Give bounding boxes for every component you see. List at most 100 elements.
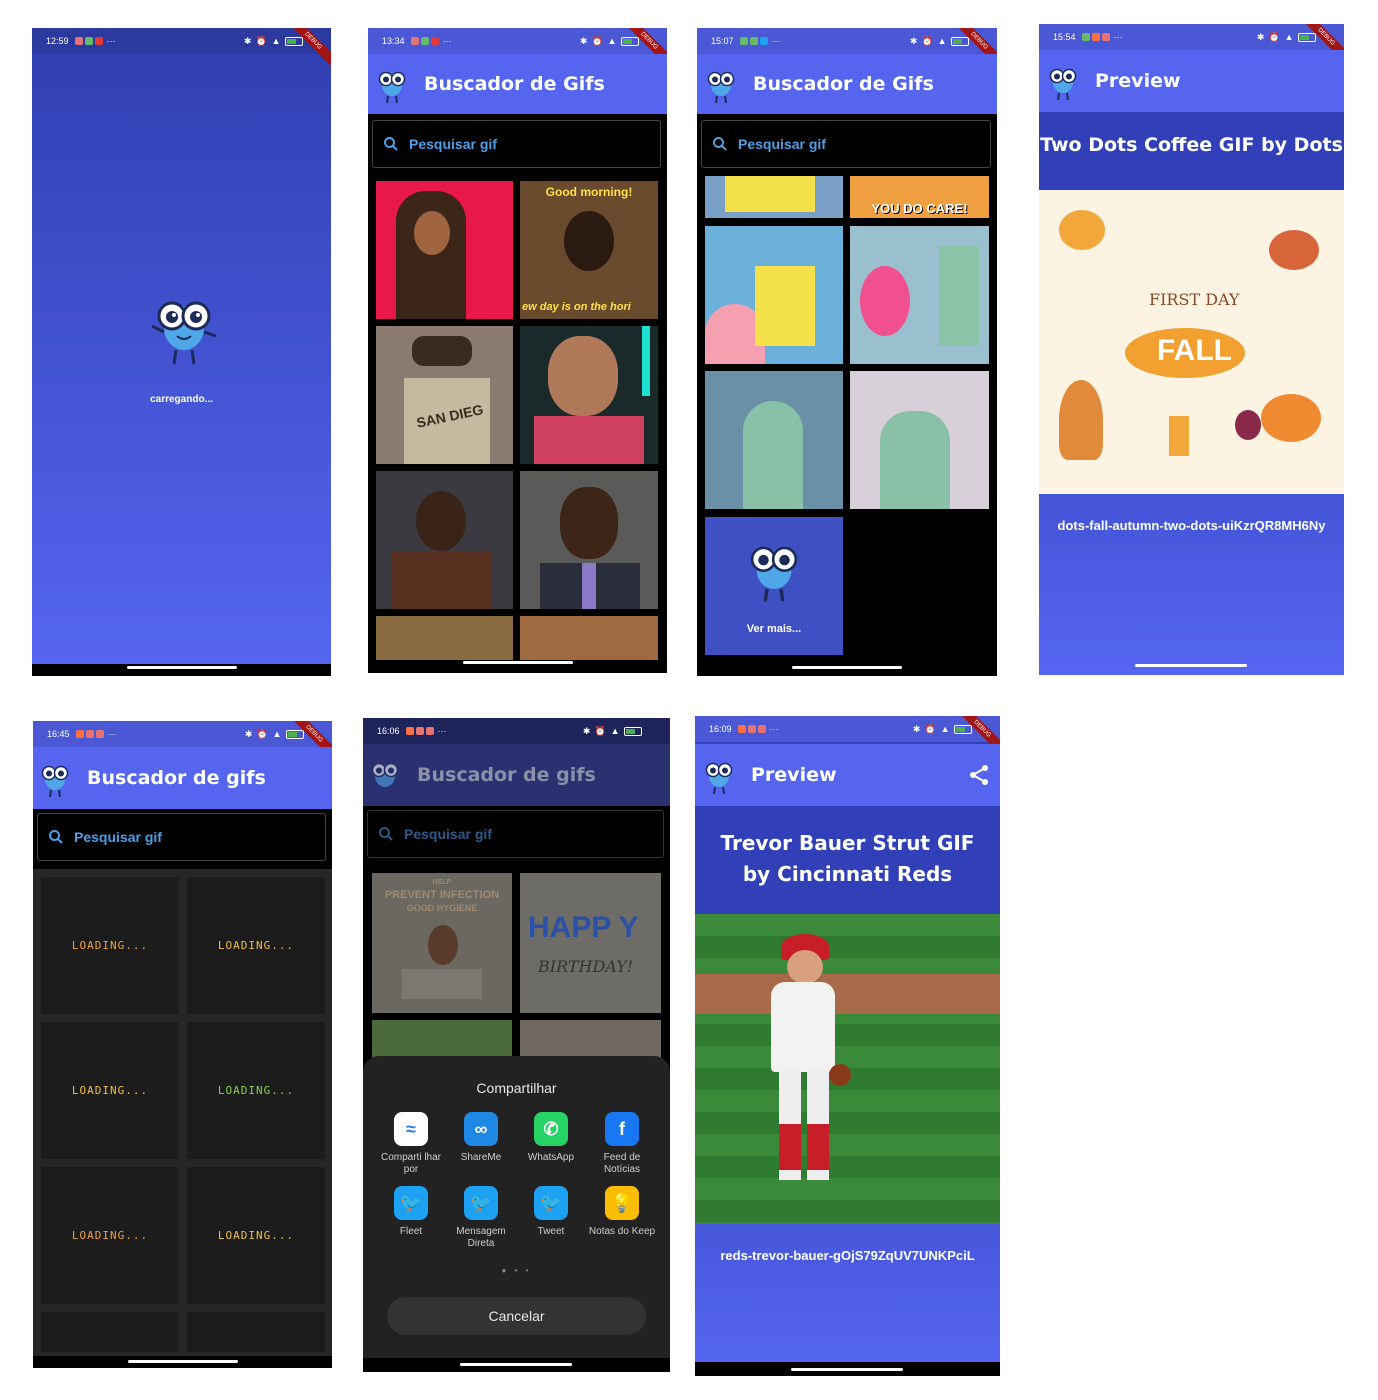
mascot-icon (707, 71, 735, 104)
share-app-tweet[interactable]: 🐦 Tweet (517, 1186, 585, 1238)
status-bar: 16:09 ··· ✱ ⏰ ▲ (695, 716, 1000, 742)
status-more: ··· (769, 724, 779, 734)
loading-tile[interactable]: LOADING... (187, 877, 325, 1014)
preview-title: Preview (751, 764, 837, 786)
battery-icon (285, 36, 303, 46)
status-more: ··· (1113, 32, 1123, 42)
mascot-icon (1049, 68, 1077, 101)
gif-tile[interactable] (850, 226, 989, 364)
gif-tile[interactable] (520, 471, 658, 609)
more-tile[interactable]: Ver mais... (705, 517, 843, 655)
gif-tile[interactable]: HELP PREVENT INFECTION GOOD HYGIENE (372, 873, 512, 1013)
loading-label: LOADING... (71, 1229, 149, 1242)
cancel-button[interactable]: Cancelar (387, 1297, 646, 1335)
system-icons: ✱ ⏰ ▲ (580, 36, 639, 47)
system-icons: ✱ ⏰ ▲ (244, 36, 303, 47)
gif-tile[interactable] (376, 181, 513, 319)
system-icons: ✱ ⏰ ▲ (245, 729, 304, 740)
home-screen: 13:34 ··· ✱ ⏰ ▲ DEBUG Buscador de Gifs P… (368, 28, 667, 673)
app-title: Buscador de gifs (87, 767, 266, 789)
gif-tile[interactable] (376, 616, 513, 660)
gif-caption: PREVENT INFECTION (384, 889, 500, 901)
home-indicator[interactable] (792, 666, 902, 669)
status-more: ··· (442, 36, 452, 46)
loading-label: LOADING... (71, 939, 149, 952)
battery-icon (951, 36, 969, 46)
home-indicator[interactable] (463, 661, 573, 664)
gif-tile[interactable]: Good morning! ew day is on the hori (520, 181, 658, 319)
search-input[interactable]: Pesquisar gif (372, 120, 661, 168)
share-icon[interactable] (968, 764, 990, 786)
gif-tile[interactable]: YOU DO CARE! (850, 176, 989, 218)
status-time: 16:45 (47, 729, 70, 739)
gif-tile[interactable] (705, 176, 843, 218)
gif-tile[interactable] (376, 471, 513, 609)
app-title: Buscador de Gifs (424, 73, 605, 95)
gif-tile[interactable] (520, 616, 658, 660)
home-indicator[interactable] (128, 1360, 238, 1363)
share-app-share-via[interactable]: ≈ Comparti lhar por (377, 1112, 445, 1176)
loading-tile[interactable]: LOADING... (41, 877, 179, 1014)
search-input[interactable]: Pesquisar gif (701, 120, 991, 168)
app-title: Buscador de Gifs (753, 73, 934, 95)
gif-slug: reds-trevor-bauer-gOjS79ZqUV7UNKPciL (720, 1248, 975, 1263)
home-screen-more: 15:07 ··· ✱ ⏰ ▲ DEBUG Buscador de Gifs P… (697, 28, 997, 676)
share-app-shareme[interactable]: ∞ ShareMe (447, 1112, 515, 1164)
gif-tile[interactable] (520, 1020, 661, 1060)
loading-tile[interactable]: LOADING... (187, 1022, 325, 1159)
whatsapp-icon: ✆ (534, 1112, 568, 1146)
gif-tile[interactable] (705, 371, 843, 509)
share-sheet: Compartilhar ≈ Comparti lhar por ∞ Share… (363, 1056, 670, 1358)
battery-icon (954, 724, 972, 734)
notification-icons (74, 37, 103, 45)
search-placeholder: Pesquisar gif (409, 136, 497, 152)
gif-tile[interactable] (705, 226, 843, 364)
home-indicator[interactable] (127, 666, 237, 669)
loading-label: LOADING... (71, 1084, 149, 1097)
share-app-label: Comparti lhar por (380, 1152, 442, 1175)
notification-icons (405, 727, 434, 735)
battery-icon (286, 729, 304, 739)
gif-tile[interactable]: SAN DIEG (376, 326, 513, 464)
preview-screen: 15:54 ··· ✱ ⏰ ▲ DEBUG Preview Two Dots C… (1039, 24, 1344, 675)
battery-icon (1298, 32, 1316, 42)
battery-icon (624, 726, 642, 736)
share-app-facebook[interactable]: f Feed de Notícias (588, 1112, 656, 1176)
gif-tile[interactable] (520, 326, 658, 464)
gif-tile[interactable]: HAPP Y BIRTHDAY! (520, 873, 661, 1013)
share-app-keep[interactable]: 💡 Notas do Keep (588, 1186, 656, 1238)
facebook-icon: f (605, 1112, 639, 1146)
mascot-icon (371, 762, 399, 787)
mascot-icon (705, 762, 733, 795)
gif-tile[interactable] (850, 371, 989, 509)
share-via-icon: ≈ (394, 1112, 428, 1146)
loading-tile[interactable]: LOADING... (41, 1022, 179, 1159)
status-bar: 15:54 ··· ✱ ⏰ ▲ (1039, 24, 1344, 50)
status-bar: 15:07 ··· ✱ ⏰ ▲ (697, 28, 997, 54)
search-icon (49, 830, 63, 844)
system-icons: ✱ ⏰ ▲ (913, 724, 972, 735)
gif-tile[interactable] (372, 1020, 512, 1060)
share-screen: 16:06 ··· ✱ ⏰ ▲ Buscador de gifs Pesquis… (363, 718, 670, 1372)
share-app-direct-message[interactable]: 🐦 Mensagem Direta (447, 1186, 515, 1250)
gif-caption: FIRST DAY (1149, 290, 1240, 309)
search-placeholder: Pesquisar gif (404, 826, 492, 842)
home-indicator[interactable] (791, 1368, 903, 1371)
loading-tile[interactable]: LOADING... (41, 1167, 179, 1304)
loading-tile[interactable]: LOADING... (187, 1167, 325, 1304)
home-indicator[interactable] (1135, 664, 1247, 667)
share-app-label: Feed de Notícias (603, 1152, 641, 1175)
share-app-label: Notas do Keep (588, 1226, 656, 1237)
share-app-whatsapp[interactable]: ✆ WhatsApp (517, 1112, 585, 1164)
app-bar: Buscador de gifs (33, 747, 332, 809)
status-time: 13:34 (382, 36, 405, 46)
notification-icons (75, 730, 104, 738)
search-input[interactable]: Pesquisar gif (37, 813, 326, 861)
search-input[interactable]: Pesquisar gif (367, 810, 664, 858)
home-indicator[interactable] (460, 1363, 572, 1366)
search-placeholder: Pesquisar gif (738, 136, 826, 152)
twitter-icon: 🐦 (534, 1186, 568, 1220)
share-app-fleet[interactable]: 🐦 Fleet (377, 1186, 445, 1238)
loading-tile[interactable] (41, 1312, 179, 1352)
loading-tile[interactable] (187, 1312, 325, 1352)
